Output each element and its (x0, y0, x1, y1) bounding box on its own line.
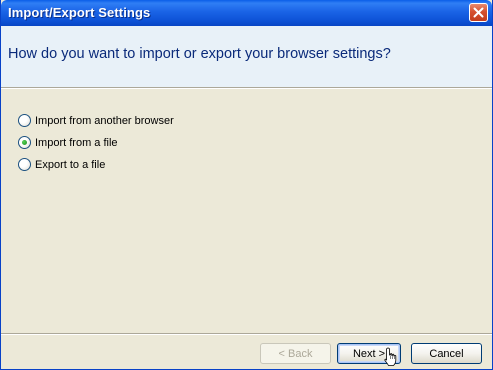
option-import-from-file[interactable]: Import from a file (18, 136, 174, 149)
back-button[interactable]: < Back (260, 343, 331, 364)
title-bar[interactable]: Import/Export Settings (1, 0, 492, 26)
options-group: Import from another browser Import from … (18, 114, 174, 180)
close-icon (473, 7, 484, 18)
footer-divider (1, 333, 492, 335)
radio-import-from-browser[interactable] (18, 114, 31, 127)
cancel-button[interactable]: Cancel (411, 343, 482, 364)
header-divider (1, 87, 492, 89)
hand-pointer-icon (384, 347, 397, 366)
option-label: Import from another browser (35, 114, 174, 127)
option-label: Export to a file (35, 158, 106, 171)
radio-export-to-file[interactable] (18, 158, 31, 171)
page-question: How do you want to import or export your… (8, 46, 391, 62)
import-export-dialog: Import/Export Settings How do you want t… (0, 0, 493, 370)
option-export-to-file[interactable]: Export to a file (18, 158, 174, 171)
header-panel: How do you want to import or export your… (1, 26, 492, 87)
option-import-from-browser[interactable]: Import from another browser (18, 114, 174, 127)
radio-import-from-file[interactable] (18, 136, 31, 149)
close-button[interactable] (469, 3, 488, 22)
option-label: Import from a file (35, 136, 118, 149)
window-title: Import/Export Settings (8, 5, 151, 20)
